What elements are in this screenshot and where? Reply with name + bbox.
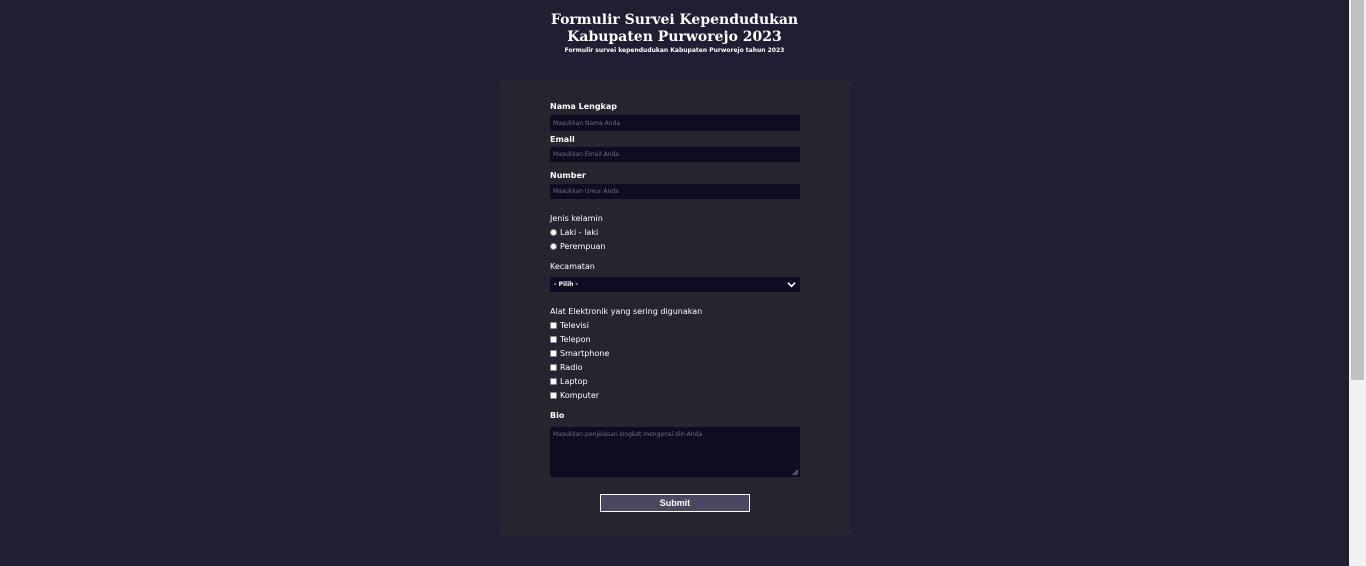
device-option-radio[interactable]: Radio bbox=[550, 363, 582, 372]
device-option-komputer[interactable]: Komputer bbox=[550, 391, 599, 400]
resize-handle-icon[interactable] bbox=[792, 469, 799, 476]
district-label: Kecamatan bbox=[550, 262, 595, 271]
gender-option-female[interactable]: Perempuan bbox=[550, 242, 605, 251]
district-select[interactable]: - Pilih - bbox=[550, 277, 800, 292]
age-input[interactable] bbox=[550, 184, 800, 199]
checkbox[interactable] bbox=[550, 322, 557, 329]
submit-button[interactable]: Submit bbox=[600, 494, 750, 512]
name-input[interactable] bbox=[550, 115, 800, 131]
device-option-smartphone[interactable]: Smartphone bbox=[550, 349, 609, 358]
bio-placeholder: Masukkan penjelasan singkat mengenai dir… bbox=[553, 431, 703, 438]
number-label: Number bbox=[550, 171, 586, 180]
device-option-televisi[interactable]: Televisi bbox=[550, 321, 589, 330]
district-selected-value: - Pilih - bbox=[554, 281, 578, 288]
page-header: Formulir Survei Kependudukan Kabupaten P… bbox=[0, 12, 1349, 54]
device-option-laptop[interactable]: Laptop bbox=[550, 377, 588, 386]
vertical-scrollbar[interactable] bbox=[1349, 0, 1366, 566]
checkbox[interactable] bbox=[550, 392, 557, 399]
page-title-line-2: Kabupaten Purworejo 2023 bbox=[567, 29, 782, 45]
gender-option-label: Laki - laki bbox=[560, 228, 599, 237]
devices-label: Alat Elektronik yang sering digunakan bbox=[550, 307, 703, 316]
bio-textarea[interactable]: Masukkan penjelasan singkat mengenai dir… bbox=[550, 427, 800, 477]
survey-form-card: Nama Lengkap Email Number Jenis kelamin … bbox=[500, 80, 850, 536]
device-option-label: Smartphone bbox=[560, 349, 610, 358]
device-option-label: Telepon bbox=[560, 335, 591, 344]
device-option-telepon[interactable]: Telepon bbox=[550, 335, 591, 344]
checkbox[interactable] bbox=[550, 378, 557, 385]
bio-label: Bio bbox=[550, 411, 565, 420]
chevron-down-icon bbox=[787, 282, 796, 288]
device-option-label: Radio bbox=[560, 363, 583, 372]
gender-option-male[interactable]: Laki - laki bbox=[550, 228, 598, 237]
page-subtitle: Formulir survei kependudukan Kabupaten P… bbox=[564, 47, 785, 54]
device-option-label: Televisi bbox=[560, 321, 589, 330]
gender-label: Jenis kelamin bbox=[550, 214, 603, 223]
checkbox[interactable] bbox=[550, 364, 557, 371]
gender-option-label: Perempuan bbox=[560, 242, 606, 251]
page-title-line-1: Formulir Survei Kependudukan bbox=[550, 12, 799, 28]
device-option-label: Komputer bbox=[560, 391, 600, 400]
name-label: Nama Lengkap bbox=[550, 102, 618, 111]
radio-button[interactable] bbox=[550, 243, 557, 250]
checkbox[interactable] bbox=[550, 350, 557, 357]
email-label: Email bbox=[550, 135, 575, 144]
scrollbar-thumb[interactable] bbox=[1351, 0, 1364, 380]
device-option-label: Laptop bbox=[560, 377, 588, 386]
email-input[interactable] bbox=[550, 147, 800, 162]
checkbox[interactable] bbox=[550, 336, 557, 343]
radio-button[interactable] bbox=[550, 229, 557, 236]
